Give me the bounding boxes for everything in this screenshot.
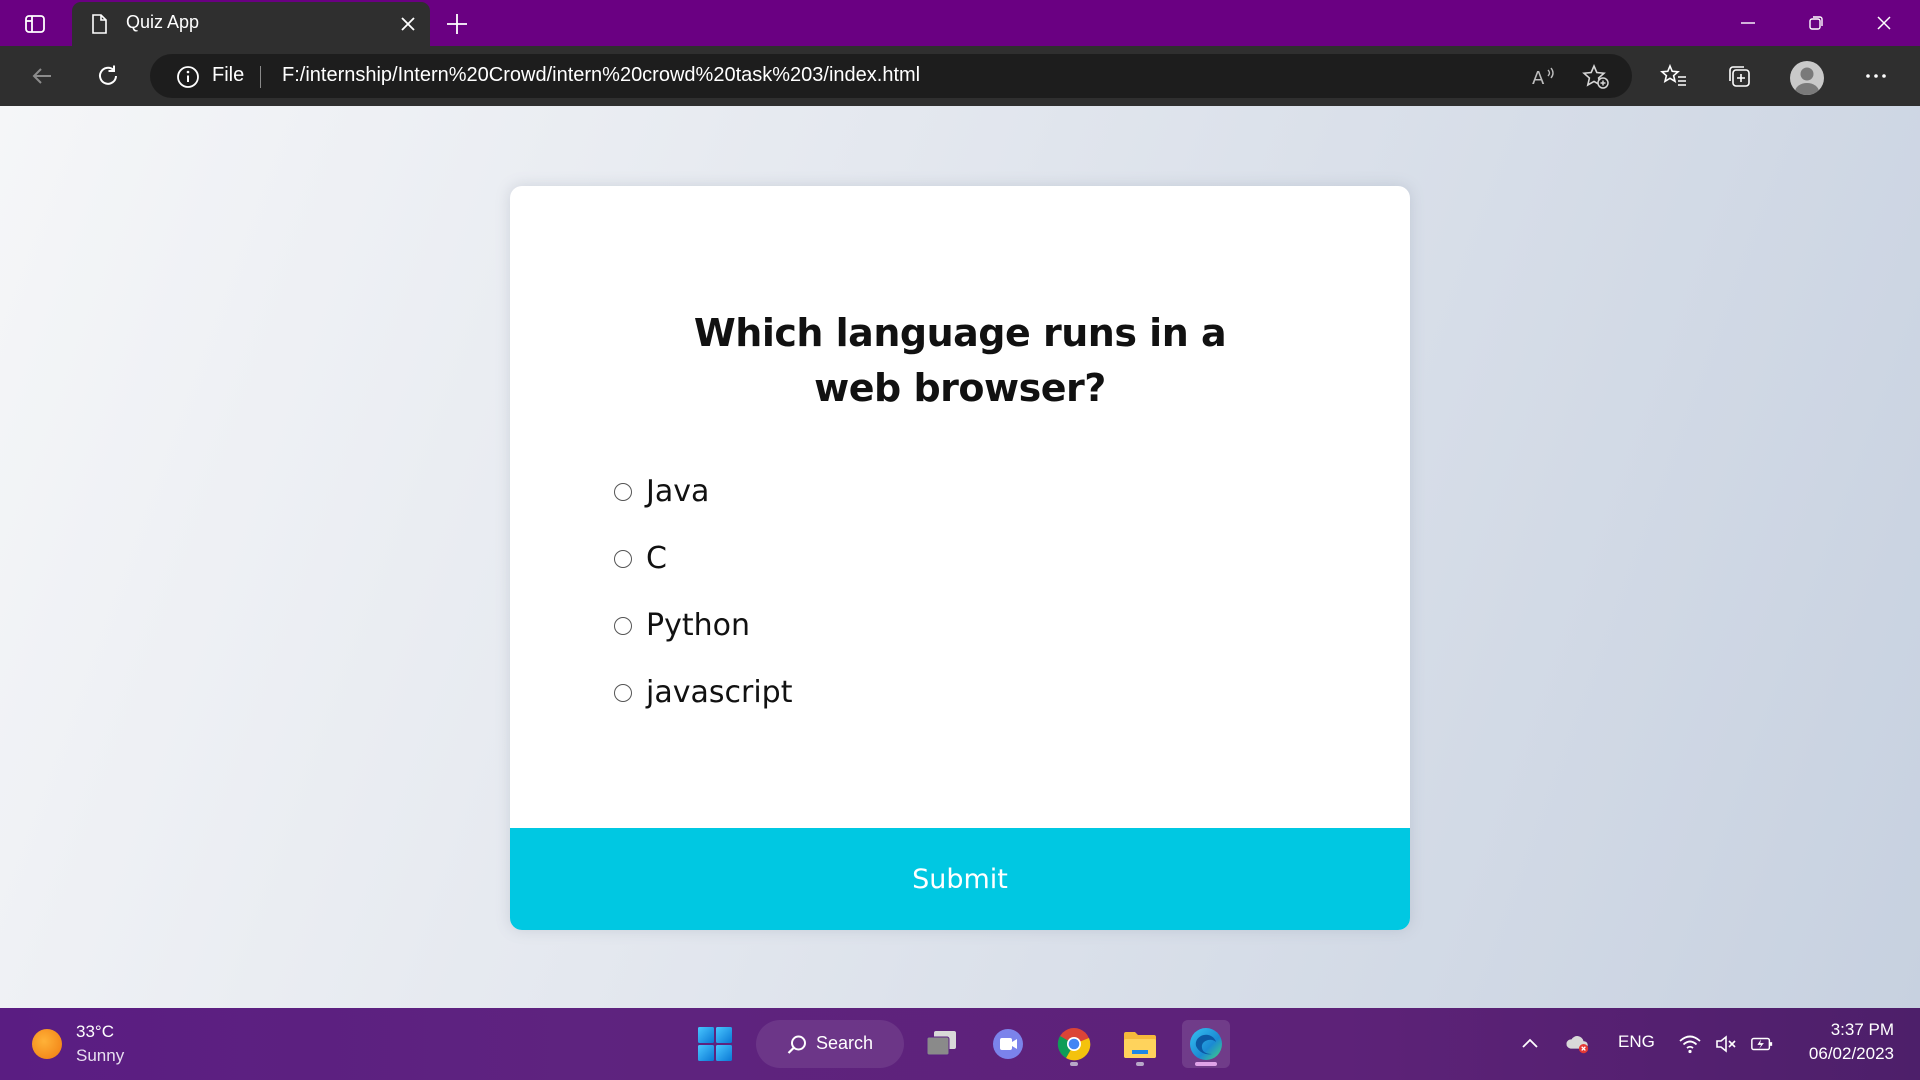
tab-actions-icon[interactable] [22,11,48,37]
wifi-icon[interactable] [1678,1032,1702,1056]
answer-label[interactable]: Java [646,474,709,509]
answer-option-c[interactable]: C [614,525,1314,592]
radio-button[interactable] [614,482,632,501]
tab-close-icon[interactable] [398,14,418,34]
page-icon [92,14,107,34]
tab-title: Quiz App [126,12,200,32]
running-indicator [1136,1062,1144,1066]
quiz-card: Which language runs in a web browser? Ja… [510,186,1410,930]
answer-option-javascript[interactable]: javascript [614,659,1314,726]
taskbar-search[interactable]: Search [756,1020,904,1068]
volume-muted-icon[interactable] [1714,1032,1738,1056]
answer-option-java[interactable]: Java [614,458,1314,525]
answer-list: Java C Python javascript [614,458,1314,726]
info-icon[interactable] [176,65,200,89]
page-viewport: Which language runs in a web browser? Ja… [0,106,1920,1008]
language-indicator[interactable]: ENG [1618,1032,1655,1052]
question-heading: Which language runs in a web browser? [693,311,1227,410]
svg-text:A: A [1532,68,1545,89]
browser-toolbar: File F:/internship/Intern%20Crowd/intern… [0,46,1920,106]
answer-label[interactable]: Python [646,608,750,643]
refresh-icon[interactable] [94,62,122,90]
radio-button[interactable] [614,616,632,635]
onedrive-error-icon[interactable] [1566,1032,1590,1056]
chevron-up-icon[interactable] [1518,1032,1542,1056]
weather-description[interactable]: Sunny [76,1046,124,1066]
answer-label[interactable]: C [646,541,667,576]
add-favorite-icon[interactable] [1582,64,1610,90]
teams-chat-icon[interactable] [984,1020,1032,1068]
start-icon[interactable] [697,1026,733,1062]
close-icon[interactable] [1850,0,1918,46]
answer-label[interactable]: javascript [646,675,792,710]
new-tab-icon[interactable] [444,11,470,37]
answer-option-python[interactable]: Python [614,592,1314,659]
battery-charging-icon[interactable] [1750,1032,1774,1056]
weather-temperature[interactable]: 33°C [76,1022,114,1042]
address-bar[interactable]: File F:/internship/Intern%20Crowd/intern… [150,54,1632,98]
clock-date[interactable]: 06/02/2023 [1809,1044,1894,1064]
running-indicator [1070,1062,1078,1066]
radio-button[interactable] [614,683,632,702]
profile-icon[interactable] [1790,61,1824,95]
read-aloud-icon[interactable]: A [1530,64,1558,90]
browser-tab[interactable]: Quiz App [72,2,430,46]
taskbar: 33°C Sunny Search ENG 3:37 PM 06/02/2023 [0,1008,1920,1080]
file-explorer-icon[interactable] [1116,1020,1164,1068]
weather-sun-icon[interactable] [32,1029,62,1059]
chrome-icon[interactable] [1050,1020,1098,1068]
scheme-label: File [212,64,245,86]
restore-icon[interactable] [1782,0,1850,46]
clock-time[interactable]: 3:37 PM [1831,1020,1894,1040]
url-text[interactable]: F:/internship/Intern%20Crowd/intern%20cr… [282,64,920,87]
browser-titlebar: Quiz App [0,0,1920,46]
search-label: Search [816,1033,874,1053]
search-icon [787,1035,806,1054]
submit-button[interactable]: Submit [510,828,1410,930]
address-separator [260,66,261,88]
favorites-icon[interactable] [1660,62,1688,90]
edge-icon[interactable] [1182,1020,1230,1068]
minimize-icon[interactable] [1714,0,1782,46]
more-icon[interactable] [1862,62,1890,90]
task-view-icon[interactable] [918,1020,966,1068]
active-indicator [1195,1062,1217,1066]
collections-icon[interactable] [1726,62,1754,90]
radio-button[interactable] [614,549,632,568]
back-icon[interactable] [28,62,56,90]
